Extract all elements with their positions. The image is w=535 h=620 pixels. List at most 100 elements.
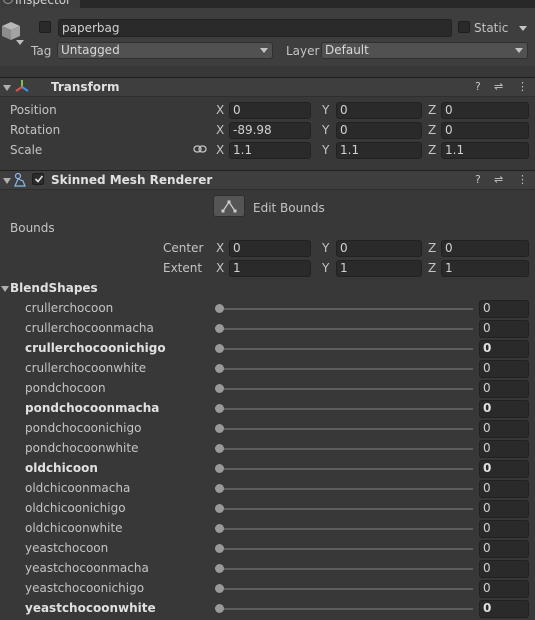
blendshape-slider-handle[interactable]	[215, 324, 224, 333]
blendshape-value-field[interactable]: 0	[479, 340, 529, 358]
rotation-y-field[interactable]: 0	[336, 122, 422, 139]
gameobject-active-checkbox[interactable]	[39, 21, 51, 33]
position-x-field[interactable]: 0	[229, 102, 311, 119]
scale-z-label[interactable]: Z	[428, 142, 436, 158]
blendshape-value-field[interactable]: 0	[479, 520, 529, 538]
position-z-field[interactable]: 0	[441, 102, 529, 119]
scale-x-label[interactable]: X	[216, 142, 224, 158]
position-y-field[interactable]: 0	[336, 102, 422, 119]
blendshape-slider-track[interactable]	[219, 568, 473, 570]
blendshape-slider-track[interactable]	[219, 528, 473, 530]
extent-z-label[interactable]: Z	[428, 260, 436, 276]
blendshape-value-field[interactable]: 0	[479, 420, 529, 438]
preset-sliders-icon[interactable]: ⇌	[494, 80, 503, 94]
extent-x-field[interactable]: 1	[229, 260, 311, 277]
blendshape-value-field[interactable]: 0	[479, 540, 529, 558]
blendshape-slider-handle[interactable]	[215, 404, 224, 413]
constrain-proportions-link-icon[interactable]	[193, 144, 207, 154]
gameobject-icon-dropdown-arrow[interactable]	[16, 40, 24, 45]
blendshape-value-field[interactable]: 0	[479, 580, 529, 598]
position-y-label[interactable]: Y	[322, 102, 329, 118]
blendshape-slider-handle[interactable]	[215, 584, 224, 593]
rotation-y-label[interactable]: Y	[322, 122, 329, 138]
blendshape-slider-track[interactable]	[219, 588, 473, 590]
blendshape-slider-handle[interactable]	[215, 384, 224, 393]
scale-y-field[interactable]: 1.1	[336, 142, 422, 159]
edit-bounds-button[interactable]	[213, 195, 245, 217]
blendshape-slider-handle[interactable]	[215, 364, 224, 373]
scale-x-field[interactable]: 1.1	[229, 142, 311, 159]
center-x-label[interactable]: X	[216, 240, 224, 256]
center-y-field[interactable]: 0	[336, 240, 422, 257]
blendshape-slider-handle[interactable]	[215, 304, 224, 313]
help-icon[interactable]: ?	[475, 80, 481, 94]
blendshape-slider-handle[interactable]	[215, 424, 224, 433]
blendshape-slider-handle[interactable]	[215, 524, 224, 533]
tag-dropdown[interactable]: Untagged	[57, 42, 273, 59]
blendshape-value-field[interactable]: 0	[479, 320, 529, 338]
position-z-label[interactable]: Z	[428, 102, 436, 118]
gameobject-name-field[interactable]: paperbag	[58, 19, 452, 37]
blendshape-slider-handle[interactable]	[215, 604, 224, 613]
blendshapes-label[interactable]: BlendShapes	[10, 280, 98, 296]
blendshape-slider-track[interactable]	[219, 548, 473, 550]
blendshape-value-field[interactable]: 0	[479, 460, 529, 478]
blendshape-slider-track[interactable]	[219, 328, 473, 330]
preset-sliders-icon[interactable]: ⇌	[494, 173, 503, 187]
blendshape-row: oldchicoonwhite 0	[0, 520, 535, 540]
blendshapes-foldout-arrow[interactable]	[1, 286, 9, 292]
extent-z-field[interactable]: 1	[441, 260, 529, 277]
blendshape-slider-handle[interactable]	[215, 344, 224, 353]
blendshape-value-field[interactable]: 0	[479, 400, 529, 418]
blendshape-slider-track[interactable]	[219, 508, 473, 510]
center-x-field[interactable]: 0	[229, 240, 311, 257]
static-checkbox[interactable]	[458, 21, 470, 33]
blendshape-slider-handle[interactable]	[215, 444, 224, 453]
renderer-foldout-arrow[interactable]	[3, 178, 11, 184]
layer-dropdown[interactable]: Default	[321, 42, 528, 59]
blendshape-value-field[interactable]: 0	[479, 440, 529, 458]
blendshape-slider-track[interactable]	[219, 388, 473, 390]
rotation-x-field[interactable]: -89.98	[229, 122, 311, 139]
blendshape-value-field[interactable]: 0	[479, 600, 529, 618]
blendshape-slider-track[interactable]	[219, 488, 473, 490]
blendshape-value-field[interactable]: 0	[479, 300, 529, 318]
blendshape-value-field[interactable]: 0	[479, 500, 529, 518]
rotation-z-field[interactable]: 0	[441, 122, 529, 139]
context-menu-icon[interactable]: ⋮	[517, 173, 528, 187]
blendshape-slider-handle[interactable]	[215, 544, 224, 553]
blendshape-value-field[interactable]: 0	[479, 360, 529, 378]
center-z-label[interactable]: Z	[428, 240, 436, 256]
blendshape-slider-handle[interactable]	[215, 564, 224, 573]
blendshape-slider-handle[interactable]	[215, 504, 224, 513]
renderer-enabled-checkbox[interactable]	[32, 173, 44, 185]
context-menu-icon[interactable]: ⋮	[517, 80, 528, 94]
blendshape-value-field[interactable]: 0	[479, 480, 529, 498]
blendshape-slider-track[interactable]	[219, 428, 473, 430]
position-x-label[interactable]: X	[216, 102, 224, 118]
blendshape-slider-track[interactable]	[219, 348, 473, 350]
transform-foldout-arrow[interactable]	[3, 85, 11, 91]
blendshape-slider-track[interactable]	[219, 408, 473, 410]
blendshape-slider-track[interactable]	[219, 608, 473, 610]
scale-y-label[interactable]: Y	[322, 142, 329, 158]
blendshape-slider-track[interactable]	[219, 468, 473, 470]
blendshape-slider-track[interactable]	[219, 368, 473, 370]
extent-x-label[interactable]: X	[216, 260, 224, 276]
blendshape-value-field[interactable]: 0	[479, 380, 529, 398]
blendshape-slider-track[interactable]	[219, 308, 473, 310]
scale-z-field[interactable]: 1.1	[441, 142, 529, 159]
blendshape-slider-handle[interactable]	[215, 464, 224, 473]
inspector-tab[interactable]: Inspector	[0, 0, 80, 8]
blendshape-slider-handle[interactable]	[215, 484, 224, 493]
extent-y-label[interactable]: Y	[322, 260, 329, 276]
extent-y-field[interactable]: 1	[336, 260, 422, 277]
blendshape-value-field[interactable]: 0	[479, 560, 529, 578]
blendshape-slider-track[interactable]	[219, 448, 473, 450]
static-dropdown-arrow[interactable]	[519, 26, 527, 31]
rotation-x-label[interactable]: X	[216, 122, 224, 138]
rotation-z-label[interactable]: Z	[428, 122, 436, 138]
help-icon[interactable]: ?	[475, 173, 481, 187]
center-z-field[interactable]: 0	[441, 240, 529, 257]
center-y-label[interactable]: Y	[322, 240, 329, 256]
